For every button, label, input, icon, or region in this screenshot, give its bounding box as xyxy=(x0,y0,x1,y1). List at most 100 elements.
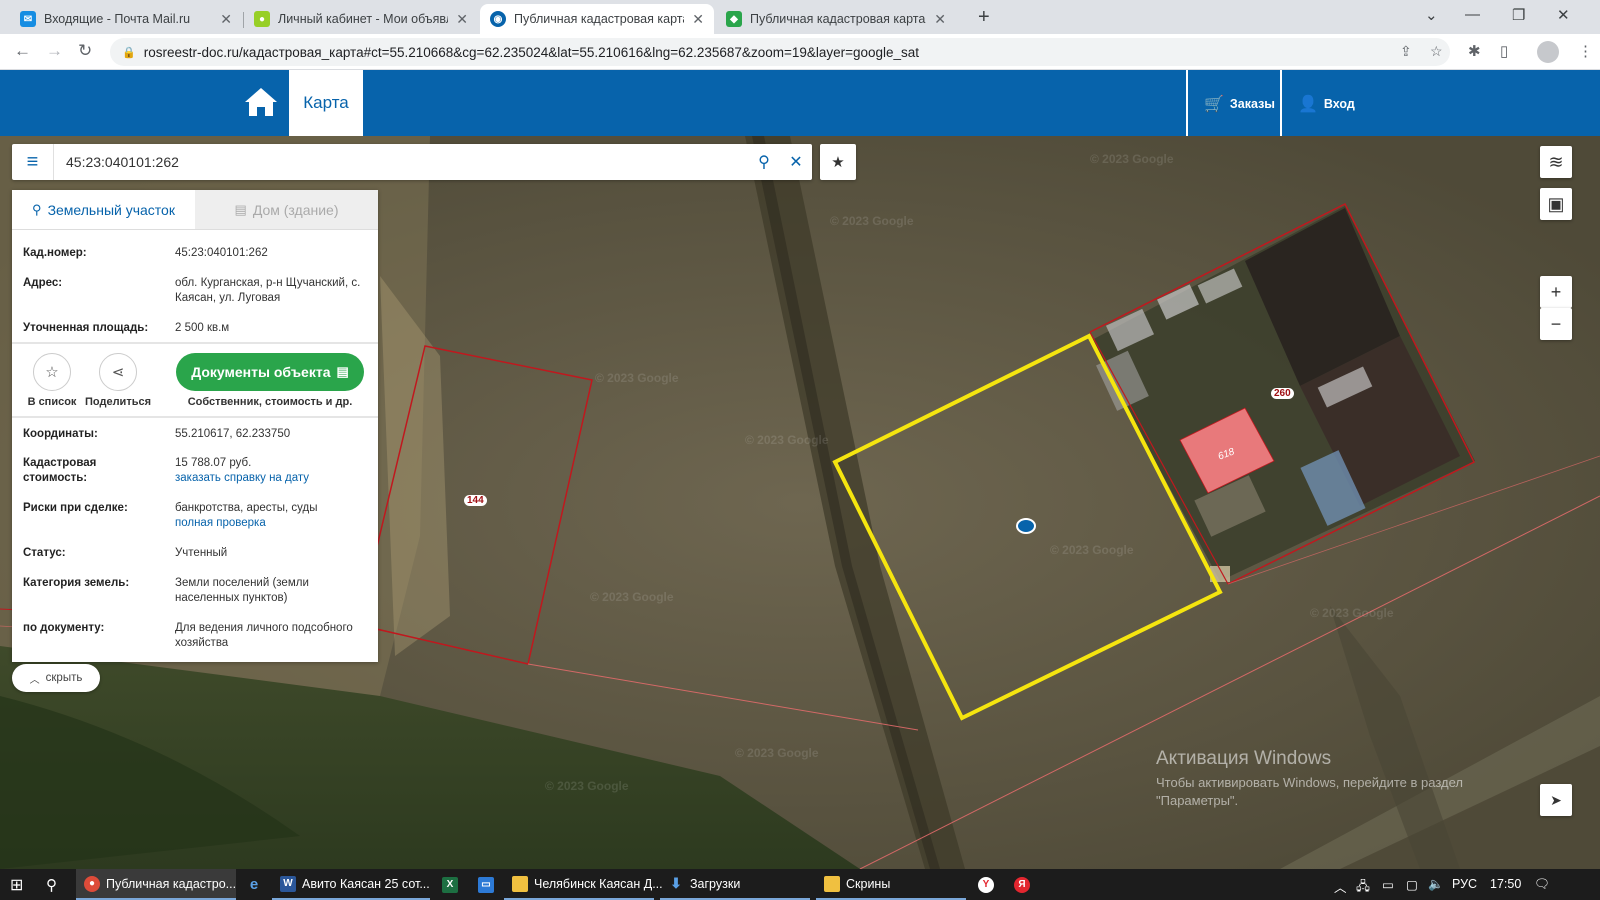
taskbar-item-folder-chelyabinsk[interactable]: Челябинск Каясан Д... xyxy=(504,869,663,900)
nav-tab-map[interactable]: Карта xyxy=(289,70,363,136)
cost-value: 15 788.07 руб. xyxy=(175,457,252,469)
tab-house-building[interactable]: ▤ Дом (здание) xyxy=(195,190,378,229)
tray-chevron-up-icon[interactable]: ︿ xyxy=(1334,877,1347,896)
map-watermark: © 2023 Google xyxy=(545,779,629,793)
close-icon[interactable]: ✕ xyxy=(456,11,468,28)
share-icon: ⋖ xyxy=(111,364,125,381)
search-taskbar-button[interactable]: ⚲ xyxy=(46,869,57,900)
home-icon[interactable] xyxy=(244,86,278,118)
taskbar-item-excel[interactable]: X xyxy=(442,869,464,900)
site-header: Карта 🛒 Заказы 👤 Вход xyxy=(0,70,1600,136)
address-bar[interactable]: 🔒 rosreestr-doc.ru/кадастровая_карта#ct=… xyxy=(110,38,1450,66)
extensions-icon[interactable]: ✱ xyxy=(1468,42,1481,60)
chevron-up-icon: ︿ xyxy=(29,674,40,686)
tab-search-icon[interactable]: ⌄ xyxy=(1425,6,1438,24)
tab-title: Входящие - Почта Mail.ru xyxy=(44,12,191,26)
cadastral-search-input[interactable] xyxy=(54,145,748,179)
layers-button[interactable]: ≋ xyxy=(1540,146,1572,178)
taskbar-item-computer[interactable]: ▭ xyxy=(478,869,500,900)
header-divider xyxy=(1280,70,1282,136)
window-close-icon[interactable]: ✕ xyxy=(1557,6,1570,24)
taskbar-item-word[interactable]: W Авито Каясан 25 сот... xyxy=(272,869,430,900)
documents-button[interactable]: Документы объекта ▤ xyxy=(176,353,364,391)
back-icon[interactable]: ← xyxy=(14,41,31,61)
network-icon[interactable]: 🖧 xyxy=(1356,877,1370,898)
new-tab-button[interactable]: + xyxy=(978,6,990,29)
maximize-icon[interactable]: ❐ xyxy=(1512,6,1525,24)
tab-title: Личный кабинет - Мои объявл xyxy=(278,12,449,26)
add-to-list-button[interactable]: ☆ xyxy=(33,353,71,391)
plus-icon: + xyxy=(1550,281,1562,302)
menu-icon[interactable]: ≡ xyxy=(12,144,54,180)
tab-land-plot[interactable]: ⚲ Земельный участок xyxy=(12,190,195,229)
taskbar-item-ie[interactable]: e xyxy=(246,869,268,900)
order-certificate-link[interactable]: заказать справку на дату xyxy=(175,471,373,486)
geolocate-button[interactable]: ➤ xyxy=(1540,784,1572,816)
favorites-star-button[interactable]: ★ xyxy=(820,144,856,180)
language-indicator[interactable]: РУС xyxy=(1452,877,1477,891)
taskbar-item-chrome[interactable]: ● Публичная кадастро... xyxy=(76,869,236,900)
forward-icon[interactable]: → xyxy=(46,41,63,61)
share-icon[interactable]: ⇪ xyxy=(1400,43,1412,60)
orders-link[interactable]: 🛒 Заказы xyxy=(1204,94,1275,114)
documents-subtitle: Собственник, стоимость и др. xyxy=(187,396,353,408)
bookmark-star-icon[interactable]: ☆ xyxy=(1430,43,1443,60)
search-bar: ≡ ⚲ ✕ xyxy=(12,144,812,180)
browser-tab-mail[interactable]: ✉ Входящие - Почта Mail.ru ✕ xyxy=(10,4,242,34)
category-value: Земли поселений (земли населенных пункто… xyxy=(175,577,309,604)
parcel-label-260[interactable]: 260 xyxy=(1271,388,1294,399)
cad-number-link[interactable]: 45:23:040101:262 xyxy=(175,246,373,261)
parcel-label-144[interactable]: 144 xyxy=(464,495,487,506)
url-text: rosreestr-doc.ru/кадастровая_карта#ct=55… xyxy=(143,44,920,60)
battery-icon[interactable]: ▭ xyxy=(1382,877,1394,892)
ruler-button[interactable]: ▣ xyxy=(1540,188,1572,220)
full-check-link[interactable]: полная проверка xyxy=(175,516,373,531)
share-button[interactable]: ⋖ xyxy=(99,353,137,391)
close-icon[interactable]: ✕ xyxy=(934,11,946,28)
risks-value-group: банкротства, аресты, суды полная проверк… xyxy=(175,501,373,531)
cad-number-label: Кад.номер: xyxy=(23,247,87,259)
minimize-icon[interactable]: — xyxy=(1465,6,1480,23)
clock[interactable]: 17:50 xyxy=(1490,877,1521,891)
display-icon[interactable]: ▢ xyxy=(1406,877,1418,892)
browser-tab-avito[interactable]: ● Личный кабинет - Мои объявл ✕ xyxy=(244,4,478,34)
rosreestr-icon: ◉ xyxy=(490,11,506,27)
zoom-in-button[interactable]: + xyxy=(1540,276,1572,308)
taskbar-item-label: Скрины xyxy=(846,876,891,891)
clear-search-icon[interactable]: ✕ xyxy=(780,144,812,180)
volume-icon[interactable]: 🔈 xyxy=(1428,877,1444,892)
map-watermark: © 2023 Google xyxy=(590,590,674,604)
browser-tab-pkk[interactable]: ◆ Публичная кадастровая карта: ✕ xyxy=(716,4,956,34)
taskbar-item-yandex-browser[interactable]: Y xyxy=(978,869,1000,900)
download-arrow-icon: ⬇ xyxy=(670,875,682,891)
activation-title: Активация Windows xyxy=(1156,748,1332,769)
close-icon[interactable]: ✕ xyxy=(692,11,704,28)
internet-explorer-icon: e xyxy=(249,876,259,893)
taskbar-item-folder-screens[interactable]: Скрины xyxy=(816,869,966,900)
browser-tab-cadastral-active[interactable]: ◉ Публичная кадастровая карта 2 ✕ xyxy=(480,4,714,34)
reload-icon[interactable]: ↻ xyxy=(78,41,92,61)
map-watermark: © 2023 Google xyxy=(1310,606,1394,620)
status-value: Учтенный xyxy=(175,547,228,559)
monitor-icon: ▭ xyxy=(478,876,494,893)
profile-avatar[interactable] xyxy=(1537,41,1559,63)
layers-icon: ≋ xyxy=(1548,151,1564,172)
building-icon: ▤ xyxy=(234,201,247,217)
hide-panel-button[interactable]: ︿ скрыть xyxy=(12,664,100,692)
windows-taskbar: ⊞ ⚲ ● Публичная кадастро... e W Авито Ка… xyxy=(0,869,1600,900)
notifications-icon[interactable]: 🗨 xyxy=(1534,877,1550,892)
search-icon[interactable]: ⚲ xyxy=(748,144,780,180)
start-button[interactable]: ⊞ xyxy=(10,869,23,900)
side-panel-icon[interactable]: ▯ xyxy=(1500,42,1508,60)
login-link[interactable]: 👤 Вход xyxy=(1298,94,1355,114)
area-value: 2 500 кв.м xyxy=(175,322,230,334)
map-canvas[interactable]: © 2023 Google © 2023 Google © 2023 Googl… xyxy=(0,136,1600,869)
orders-label: Заказы xyxy=(1229,97,1275,111)
menu-kebab-icon[interactable]: ⋮ xyxy=(1578,42,1593,60)
close-icon[interactable]: ✕ xyxy=(220,11,232,28)
divider xyxy=(12,342,378,344)
mail-icon: ✉ xyxy=(20,11,36,27)
zoom-out-button[interactable]: − xyxy=(1540,308,1572,340)
taskbar-item-yandex[interactable]: Я xyxy=(1014,869,1036,900)
taskbar-item-downloads[interactable]: ⬇ Загрузки xyxy=(660,869,810,900)
